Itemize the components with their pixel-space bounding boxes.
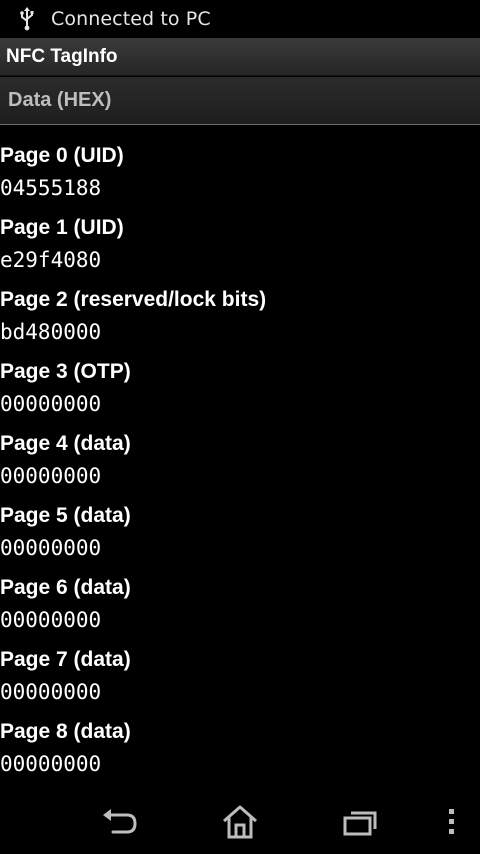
section-title: Data (HEX)	[8, 89, 112, 111]
page-value: 00000000	[0, 392, 102, 416]
list-item: Page 6 (data) 00000000	[0, 573, 480, 645]
home-icon	[223, 805, 257, 839]
page-label: Page 0 (UID)	[0, 144, 124, 167]
app-title: NFC TagInfo	[6, 45, 118, 67]
page-label: Page 6 (data)	[0, 576, 131, 599]
list-item: Page 8 (data) 00000000	[0, 717, 480, 789]
page-value: bd480000	[0, 320, 102, 344]
list-item: Page 7 (data) 00000000	[0, 645, 480, 717]
overflow-menu-button[interactable]	[431, 802, 471, 842]
back-icon	[103, 809, 137, 834]
recent-apps-icon	[343, 811, 377, 836]
section-header: Data (HEX)	[0, 77, 480, 125]
app-title-bar: NFC TagInfo	[0, 38, 480, 76]
list-item: Page 4 (data) 00000000	[0, 429, 480, 501]
page-label: Page 3 (OTP)	[0, 360, 131, 383]
page-value: 00000000	[0, 464, 102, 488]
list-item: Page 2 (reserved/lock bits) bd480000	[0, 285, 480, 357]
page-label: Page 4 (data)	[0, 432, 131, 455]
navigation-bar	[0, 790, 480, 854]
page-value: 00000000	[0, 608, 102, 632]
page-list[interactable]: Page 0 (UID) 04555188 Page 1 (UID) e29f4…	[0, 141, 480, 789]
page-value: 04555188	[0, 176, 102, 200]
page-value: 00000000	[0, 680, 102, 704]
page-value: 00000000	[0, 536, 102, 560]
list-item: Page 5 (data) 00000000	[0, 501, 480, 573]
usb-icon	[16, 6, 38, 32]
page-label: Page 1 (UID)	[0, 216, 124, 239]
page-label: Page 5 (data)	[0, 504, 131, 527]
back-button[interactable]	[100, 802, 140, 842]
page-value: 00000000	[0, 752, 102, 776]
list-item: Page 3 (OTP) 00000000	[0, 357, 480, 429]
page-label: Page 8 (data)	[0, 720, 131, 743]
home-button[interactable]	[220, 802, 260, 842]
list-item: Page 0 (UID) 04555188	[0, 141, 480, 213]
page-value: e29f4080	[0, 248, 102, 272]
page-label: Page 2 (reserved/lock bits)	[0, 288, 267, 311]
page-label: Page 7 (data)	[0, 648, 131, 671]
list-item: Page 1 (UID) e29f4080	[0, 213, 480, 285]
status-bar: Connected to PC	[0, 0, 480, 38]
recent-apps-button[interactable]	[340, 802, 380, 842]
overflow-menu-icon	[449, 809, 454, 834]
status-text: Connected to PC	[51, 8, 211, 30]
